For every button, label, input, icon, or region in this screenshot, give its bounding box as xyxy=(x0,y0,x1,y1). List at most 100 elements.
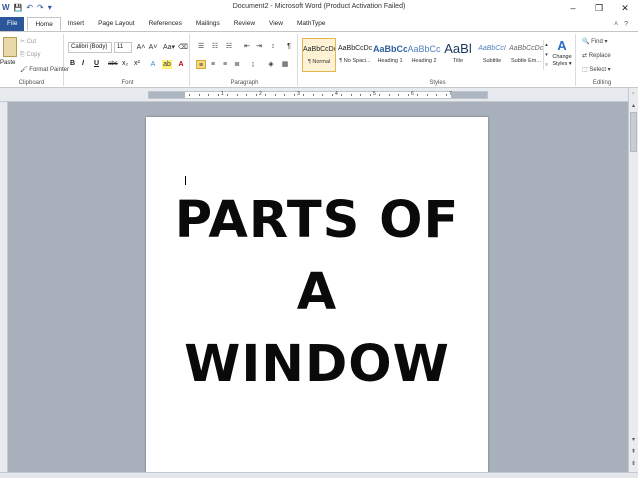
underline-button[interactable]: U xyxy=(94,60,99,67)
style-no-spacing[interactable]: AaBbCcDc ¶ No Spaci... xyxy=(338,38,372,72)
font-name-combo[interactable]: Calibri (Body) xyxy=(68,42,112,53)
format-painter-button[interactable]: 🖌 Format Painter xyxy=(20,66,69,73)
justify-icon[interactable]: ≣ xyxy=(232,60,242,69)
style-sample: AaBbCc xyxy=(407,44,441,54)
superscript-button[interactable]: x² xyxy=(134,60,140,67)
ruler-tick xyxy=(426,94,428,96)
maximize-button[interactable]: ❐ xyxy=(586,0,612,16)
shrink-font-icon[interactable]: A˅ xyxy=(148,43,158,52)
word-window: W 💾 ↶ ↷ ▾ Document2 - Microsoft Word (Pr… xyxy=(0,0,638,478)
tab-page-layout[interactable]: Page Layout xyxy=(91,17,142,31)
minimize-ribbon-icon[interactable]: ˄ xyxy=(614,21,618,28)
vertical-scrollbar[interactable]: ▫ ▴ ▾ ⇞ ⇟ xyxy=(628,88,638,472)
tab-mailings[interactable]: Mailings xyxy=(189,17,227,31)
tab-review[interactable]: Review xyxy=(227,17,262,31)
italic-button[interactable]: I xyxy=(82,60,84,67)
numbering-icon[interactable]: ☷ xyxy=(210,42,220,51)
word-app-icon[interactable]: W xyxy=(2,4,10,12)
scroll-down-icon[interactable]: ▾ xyxy=(629,436,638,445)
multilevel-list-icon[interactable]: ☵ xyxy=(224,42,234,51)
ruler-tick xyxy=(255,94,257,96)
document-page[interactable]: PARTS OF A WINDOW xyxy=(146,117,488,477)
replace-button[interactable]: ⇄ Replace xyxy=(582,52,611,59)
change-case-icon[interactable]: Aa▾ xyxy=(162,43,176,52)
style-subtle-emphasis[interactable]: AaBbCcDc Subtle Em... xyxy=(509,38,543,72)
style-subtitle[interactable]: AaBbCcI Subtitle xyxy=(475,38,509,72)
subscript-button[interactable]: x₂ xyxy=(122,60,128,67)
grow-font-icon[interactable]: A˄ xyxy=(136,43,146,52)
ruler-number: 2 xyxy=(259,91,262,97)
redo-icon[interactable]: ↷ xyxy=(37,4,44,12)
minimize-button[interactable]: – xyxy=(560,0,586,16)
line-spacing-icon[interactable]: ↨ xyxy=(248,60,258,69)
borders-icon[interactable]: ▦ xyxy=(280,60,290,69)
ruler-tick xyxy=(379,94,380,96)
ruler-tick xyxy=(189,94,190,96)
align-center-icon[interactable]: ≡ xyxy=(208,60,218,69)
bold-button[interactable]: B xyxy=(70,60,75,67)
copy-label: Copy xyxy=(26,52,41,58)
scroll-up-icon[interactable]: ▴ xyxy=(629,102,638,111)
ruler-tick xyxy=(350,94,352,96)
tab-view[interactable]: View xyxy=(262,17,290,31)
change-styles-button[interactable]: A Change Styles ▾ xyxy=(550,38,574,68)
text-effects-icon[interactable]: A xyxy=(148,60,158,69)
font-size-combo[interactable]: 11 xyxy=(114,42,132,53)
ruler-left-margin[interactable] xyxy=(149,92,185,98)
tab-file[interactable]: File xyxy=(0,17,25,31)
ruler-right-margin[interactable] xyxy=(451,92,487,98)
font-group-label: Font xyxy=(121,80,134,86)
increase-indent-icon[interactable]: ⇥ xyxy=(254,42,264,51)
ruler-tick xyxy=(369,94,371,96)
cut-button[interactable]: ✂ Cut xyxy=(20,38,36,45)
ruler-tick xyxy=(407,94,409,96)
replace-label: Replace xyxy=(588,53,611,59)
previous-page-icon[interactable]: ⇞ xyxy=(629,448,638,457)
tab-references[interactable]: References xyxy=(142,17,189,31)
save-icon[interactable]: 💾 xyxy=(14,5,23,12)
shading-icon[interactable]: ◈ xyxy=(266,60,276,69)
tab-insert[interactable]: Insert xyxy=(61,17,91,31)
status-bar xyxy=(0,472,638,478)
horizontal-ruler[interactable]: 1 2 3 4 5 6 7 xyxy=(0,88,638,102)
customize-qat-icon[interactable]: ▾ xyxy=(48,4,52,12)
align-right-icon[interactable]: ≡ xyxy=(220,60,230,69)
ruler-toggle-icon[interactable]: ▫ xyxy=(629,90,638,99)
find-button[interactable]: 🔍 Find ▾ xyxy=(582,38,608,45)
scroll-thumb[interactable] xyxy=(630,112,637,152)
undo-icon[interactable]: ↶ xyxy=(26,4,33,12)
paste-button[interactable]: Paste xyxy=(0,60,15,66)
help-icon[interactable]: ? xyxy=(624,21,628,28)
ribbon-tabs: File Home Insert Page Layout References … xyxy=(0,16,638,32)
style-heading-2[interactable]: AaBbCc Heading 2 xyxy=(407,38,441,72)
strikethrough-button[interactable]: abc xyxy=(108,61,118,67)
vertical-ruler[interactable] xyxy=(0,102,8,472)
font-color-icon[interactable]: A xyxy=(176,60,186,69)
clear-formatting-icon[interactable]: ⌫ xyxy=(178,43,188,52)
show-hide-marks-icon[interactable]: ¶ xyxy=(284,42,294,51)
styles-group-label: Styles xyxy=(429,80,446,86)
style-title[interactable]: AaBl Title xyxy=(441,38,475,72)
ruler-tick xyxy=(303,94,304,96)
sort-icon[interactable]: ↕ xyxy=(268,42,278,51)
tab-mathtype[interactable]: MathType xyxy=(290,17,333,31)
copy-button[interactable]: ⎘ Copy xyxy=(20,52,40,59)
align-left-icon[interactable]: ≡ xyxy=(196,60,206,69)
highlight-color-icon[interactable]: ab xyxy=(162,60,172,69)
close-button[interactable]: ✕ xyxy=(612,0,638,16)
style-heading-1[interactable]: AaBbCc Heading 1 xyxy=(373,38,407,72)
document-heading[interactable]: PARTS OF A WINDOW xyxy=(146,185,488,401)
ruler-number: 4 xyxy=(335,91,338,97)
ruler-number: 5 xyxy=(373,91,376,97)
next-page-icon[interactable]: ⇟ xyxy=(629,460,638,469)
ruler-tick xyxy=(360,94,361,96)
style-normal[interactable]: AaBbCcDc ¶ Normal xyxy=(302,38,336,72)
tab-home[interactable]: Home xyxy=(27,17,61,31)
paste-icon[interactable] xyxy=(3,37,17,57)
styles-scroll-icon[interactable]: ▴ ▾ ▿ xyxy=(543,40,549,70)
heading-line-1: PARTS OF A xyxy=(174,191,460,322)
select-button[interactable]: ⬚ Select ▾ xyxy=(582,66,611,73)
bullets-icon[interactable]: ☰ xyxy=(196,42,206,51)
decrease-indent-icon[interactable]: ⇤ xyxy=(242,42,252,51)
heading-line-2: WINDOW xyxy=(184,335,450,394)
